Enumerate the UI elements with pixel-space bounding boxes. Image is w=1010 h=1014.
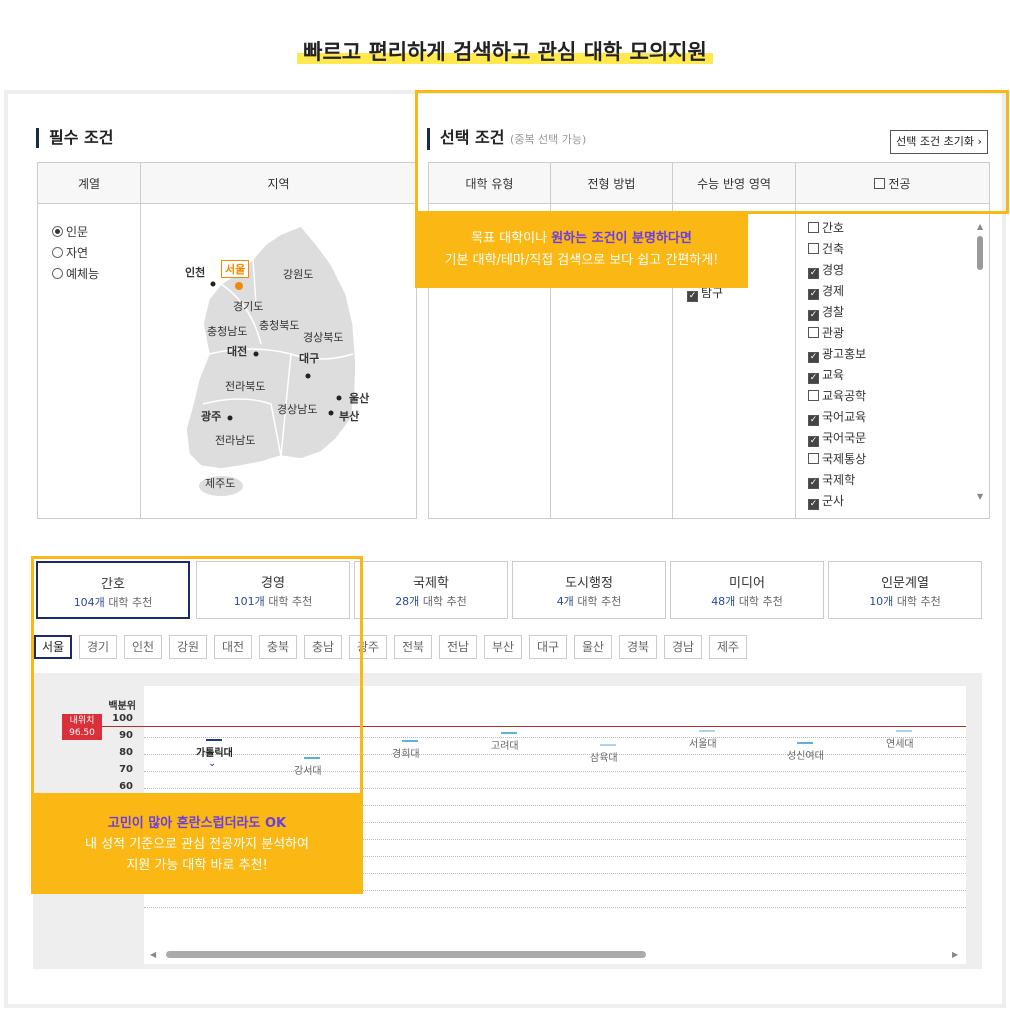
major-option[interactable]: 건축: [808, 239, 866, 260]
major-checkbox[interactable]: ✓: [808, 373, 819, 384]
scroll-up-icon[interactable]: ▲: [977, 222, 983, 231]
seoul-marker[interactable]: 서울: [221, 260, 250, 278]
university-label[interactable]: 삼육대: [590, 749, 618, 764]
major-checkbox[interactable]: [808, 390, 819, 401]
radio-button[interactable]: [52, 226, 63, 237]
university-label[interactable]: 서울대: [689, 735, 717, 750]
major-option[interactable]: 관광: [808, 323, 866, 344]
field-option[interactable]: 인문: [52, 222, 126, 243]
field-header: 계열: [37, 162, 141, 204]
major-list-scrollbar[interactable]: [976, 222, 984, 506]
major-checkbox[interactable]: ✓: [808, 415, 819, 426]
major-checkbox[interactable]: ✓: [808, 352, 819, 363]
radio-button[interactable]: [52, 268, 63, 279]
map-label-gyeonggi[interactable]: 경기도: [233, 298, 263, 314]
map-label-busan[interactable]: 부산: [339, 408, 359, 424]
major-checkbox[interactable]: ✓: [808, 499, 819, 510]
major-checkbox[interactable]: [808, 243, 819, 254]
scroll-down-icon[interactable]: ▼: [977, 492, 983, 501]
major-checkbox[interactable]: ✓: [808, 310, 819, 321]
field-option[interactable]: 예체능: [52, 264, 126, 285]
major-option[interactable]: ✓ 광고홍보: [808, 344, 866, 365]
map-label-jeonnam[interactable]: 전라남도: [215, 432, 255, 448]
major-option[interactable]: ✓ 경영: [808, 260, 866, 281]
university-label[interactable]: 경희대: [392, 745, 420, 760]
map-label-jeonbuk[interactable]: 전라북도: [225, 378, 265, 394]
region-chip[interactable]: 울산: [574, 635, 612, 659]
region-chip[interactable]: 제주: [709, 635, 747, 659]
major-tab[interactable]: 도시행정 4개 대학 추천: [512, 561, 666, 619]
region-chip[interactable]: 경북: [619, 635, 657, 659]
map-label-chungnam[interactable]: 충청남도: [207, 323, 247, 339]
map-label-gwangju[interactable]: 광주: [201, 408, 221, 424]
university-label[interactable]: 연세대: [886, 735, 914, 750]
map-label-gyeongbuk[interactable]: 경상북도: [303, 329, 343, 345]
university-point[interactable]: [699, 730, 715, 733]
map-label-gangwon[interactable]: 강원도: [283, 266, 313, 282]
major-tab[interactable]: 국제학 28개 대학 추천: [354, 561, 508, 619]
callout-top-line1: 목표 대학이나 원하는 조건이 분명하다면: [471, 231, 692, 246]
major-option[interactable]: 간호: [808, 218, 866, 239]
callout-bottom: 고민이 많아 혼란스럽더라도 OK 내 성적 기준으로 관심 전공까지 분석하여…: [31, 795, 363, 894]
korea-map[interactable]: [141, 204, 417, 519]
major-option[interactable]: ✓ 경찰: [808, 302, 866, 323]
callout-outline-bottom: [31, 556, 363, 796]
map-label-chungbuk[interactable]: 충청북도: [259, 317, 299, 333]
major-option[interactable]: ✓ 국어교육: [808, 407, 866, 428]
callout-top-line2: 기본 대학/테마/직접 검색으로 보다 쉽고 간편하게!: [444, 253, 719, 268]
major-checkbox-list: 간호 건축 ✓ 경영 ✓ 경제 ✓ 경찰 관광 ✓ 광고홍보 ✓ 교육 교육공학 ✓ 국어교육 ✓ 국어국문 국제통…: [808, 218, 866, 512]
major-checkbox[interactable]: ✓: [808, 436, 819, 447]
required-table: 계열 지역 인문 자연 예체능 서울 인천 강원도 경기도 충청북도 충청남도 …: [37, 162, 417, 519]
university-label[interactable]: 성신여대: [787, 747, 824, 762]
callout-top: 목표 대학이나 원하는 조건이 분명하다면 기본 대학/테마/직접 검색으로 보…: [415, 212, 748, 288]
university-point[interactable]: [896, 730, 912, 733]
major-checkbox[interactable]: ✓: [808, 289, 819, 300]
major-option[interactable]: ✓ 경제: [808, 281, 866, 302]
major-checkbox[interactable]: ✓: [808, 268, 819, 279]
map-label-daejeon[interactable]: 대전: [227, 343, 247, 359]
callout-bottom-line2: 내 성적 기준으로 관심 전공까지 분석하여: [85, 837, 309, 852]
map-label-daegu[interactable]: 대구: [299, 350, 319, 366]
grid-line: [144, 907, 966, 908]
region-chip[interactable]: 전북: [394, 635, 432, 659]
chart-horizontal-scrollbar[interactable]: [150, 950, 960, 960]
region-chip[interactable]: 경남: [664, 635, 702, 659]
map-label-jeju[interactable]: 제주도: [205, 475, 235, 491]
major-tab[interactable]: 인문계열 10개 대학 추천: [828, 561, 982, 619]
major-checkbox[interactable]: ✓: [808, 478, 819, 489]
map-label-ulsan[interactable]: 울산: [349, 390, 369, 406]
field-option[interactable]: 자연: [52, 243, 126, 264]
page-headline: 빠르고 편리하게 검색하고 관심 대학 모의지원: [0, 36, 1010, 66]
radio-button[interactable]: [52, 247, 63, 258]
major-option[interactable]: ✓ 교육: [808, 365, 866, 386]
major-checkbox[interactable]: [808, 222, 819, 233]
major-option[interactable]: ✓ 군사: [808, 491, 866, 512]
university-point[interactable]: [402, 740, 418, 743]
major-checkbox[interactable]: [808, 453, 819, 464]
university-label[interactable]: 고려대: [491, 737, 519, 752]
required-section-title: 필수 조건: [36, 128, 113, 148]
scroll-right-icon[interactable]: ▶: [952, 950, 958, 959]
map-label-gyeongnam[interactable]: 경상남도: [277, 401, 317, 417]
major-checkbox[interactable]: [808, 327, 819, 338]
callout-bottom-line1: 고민이 많아 혼란스럽더라도 OK: [107, 816, 287, 831]
university-point[interactable]: [600, 743, 616, 746]
major-option[interactable]: ✓ 국제학: [808, 470, 866, 491]
map-label-incheon[interactable]: 인천: [185, 264, 205, 280]
region-chip[interactable]: 전남: [439, 635, 477, 659]
major-tab[interactable]: 미디어 48개 대학 추천: [670, 561, 824, 619]
scroll-left-icon[interactable]: ◀: [150, 950, 156, 959]
region-chip[interactable]: 대구: [529, 635, 567, 659]
major-option[interactable]: 국제통상: [808, 449, 866, 470]
region-header: 지역: [140, 162, 417, 204]
callout-outline-top: [415, 90, 1009, 214]
major-option[interactable]: ✓ 국어국문: [808, 428, 866, 449]
field-radio-list: 인문 자연 예체능: [38, 204, 140, 303]
university-point[interactable]: [501, 731, 517, 734]
university-point[interactable]: [797, 742, 813, 745]
major-option[interactable]: 교육공학: [808, 386, 866, 407]
region-chip[interactable]: 부산: [484, 635, 522, 659]
callout-bottom-line3: 지원 가능 대학 바로 추천!: [126, 858, 268, 873]
